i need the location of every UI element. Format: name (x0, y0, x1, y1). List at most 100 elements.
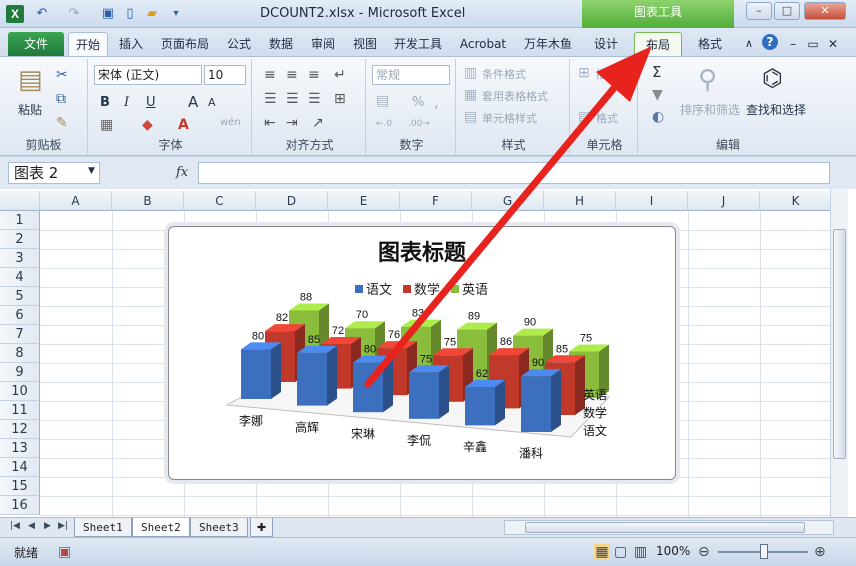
phonetic-button[interactable]: wén (220, 117, 241, 128)
workbook-minimize-icon[interactable]: – (786, 32, 800, 56)
paste-button[interactable]: 粘贴 (18, 101, 42, 118)
decrease-decimal-button[interactable]: .00→ (408, 119, 430, 129)
row-header-11[interactable]: 11 (0, 401, 40, 420)
row-header-7[interactable]: 7 (0, 325, 40, 344)
underline-button[interactable]: U (146, 95, 156, 110)
align-left-icon[interactable]: ☰ (264, 91, 277, 107)
prev-sheet-icon[interactable]: ◀ (28, 521, 35, 531)
tab-developer[interactable]: 开发工具 (392, 32, 444, 56)
column-header-G[interactable]: G (472, 191, 544, 211)
number-format-select[interactable]: 常规 (372, 65, 450, 85)
tab-home[interactable]: 开始 (68, 32, 108, 56)
bar-side[interactable] (495, 379, 505, 426)
chevron-down-icon[interactable]: ▼ (88, 166, 95, 176)
decrease-indent-icon[interactable]: ⇤ (264, 115, 276, 131)
bold-button[interactable]: B (100, 95, 110, 110)
row-header-2[interactable]: 2 (0, 230, 40, 249)
comma-button[interactable]: , (434, 93, 439, 111)
insert-sheet-icon[interactable]: ✚ (250, 518, 274, 537)
customize-qat-icon[interactable]: ▾ (168, 6, 184, 22)
align-right-icon[interactable]: ☰ (308, 91, 321, 107)
tab-formulas[interactable]: 公式 (224, 32, 254, 56)
row-header-1[interactable]: 1 (0, 211, 40, 230)
grow-font-button[interactable]: A (188, 93, 198, 111)
bar[interactable] (409, 372, 439, 419)
italic-button[interactable]: I (124, 95, 129, 110)
format-painter-icon[interactable]: ✎ (56, 115, 68, 131)
sort-filter-button[interactable]: 排序和筛选 (680, 101, 740, 118)
align-bottom-icon[interactable]: ≡ (308, 67, 320, 83)
insert-cells-button[interactable]: 插入 (596, 66, 618, 82)
insert-function-icon[interactable]: fx (176, 165, 188, 180)
normal-view-icon[interactable]: ▦ (594, 544, 610, 560)
tab-design[interactable]: 设计 (590, 32, 622, 56)
align-center-icon[interactable]: ☰ (286, 91, 299, 107)
wrap-text-icon[interactable]: ↵ (334, 67, 346, 83)
row-header-12[interactable]: 12 (0, 420, 40, 439)
align-middle-icon[interactable]: ≡ (286, 67, 298, 83)
page-layout-view-icon[interactable]: ▢ (614, 544, 627, 560)
open-folder-icon[interactable]: ▰ (144, 6, 160, 22)
name-box[interactable]: 图表 2 (8, 162, 100, 184)
font-name-select[interactable]: 宋体 (正文) (94, 65, 202, 85)
bar-side[interactable] (271, 342, 281, 399)
column-header-C[interactable]: C (184, 191, 256, 211)
sheet-tab-2[interactable]: Sheet2 (132, 518, 190, 537)
row-header-16[interactable]: 16 (0, 496, 40, 515)
minimize-button[interactable]: – (746, 2, 772, 20)
sheet-tab-1[interactable]: Sheet1 (74, 518, 132, 537)
row-header-5[interactable]: 5 (0, 287, 40, 306)
zoom-out-icon[interactable]: ⊖ (698, 544, 710, 560)
excel-icon[interactable]: X (6, 5, 24, 23)
font-color-icon[interactable]: A (178, 117, 189, 133)
bar-side[interactable] (383, 355, 393, 413)
tab-data[interactable]: 数据 (266, 32, 296, 56)
tab-layout[interactable]: 布局 (634, 32, 682, 56)
tab-acrobat[interactable]: Acrobat (456, 32, 510, 56)
row-header-4[interactable]: 4 (0, 268, 40, 287)
select-all-corner[interactable] (0, 191, 40, 211)
sheet-tab-3[interactable]: Sheet3 (190, 518, 248, 537)
close-button[interactable]: ✕ (804, 2, 846, 20)
formula-input[interactable] (198, 162, 830, 184)
zoom-slider-handle[interactable] (760, 544, 768, 559)
fill-color-icon[interactable]: ◆ (142, 117, 153, 133)
row-header-14[interactable]: 14 (0, 458, 40, 477)
table-format-button[interactable]: 套用表格格式 (482, 88, 548, 104)
column-header-I[interactable]: I (616, 191, 688, 211)
last-sheet-icon[interactable]: ▶| (58, 521, 68, 531)
shrink-font-button[interactable]: A (208, 96, 216, 109)
row-header-6[interactable]: 6 (0, 306, 40, 325)
redo-icon[interactable]: ↷ (66, 6, 82, 22)
border-icon[interactable]: ▦ (100, 117, 113, 133)
tab-format[interactable]: 格式 (694, 32, 726, 56)
column-header-A[interactable]: A (40, 191, 112, 211)
percent-button[interactable]: % (412, 95, 424, 110)
conditional-format-button[interactable]: 条件格式 (482, 66, 526, 82)
help-icon[interactable]: ? (762, 34, 778, 50)
align-top-icon[interactable]: ≡ (264, 67, 276, 83)
zoom-level[interactable]: 100% (656, 544, 690, 558)
bar[interactable] (297, 352, 327, 406)
format-cells-button[interactable]: 格式 (596, 110, 618, 126)
tab-page-layout[interactable]: 页面布局 (158, 32, 212, 56)
chart-area[interactable]: 图表标题 语文 数学 英语 88 70 83 89 90 75 82 72 76 75 86 85 80… (168, 226, 676, 480)
row-header-15[interactable]: 15 (0, 477, 40, 496)
row-header-10[interactable]: 10 (0, 382, 40, 401)
orientation-icon[interactable]: ↗ (312, 115, 324, 131)
bar[interactable] (465, 386, 495, 426)
bar-side[interactable] (327, 345, 337, 406)
paste-icon[interactable]: ▤ (18, 65, 43, 95)
first-sheet-icon[interactable]: |◀ (10, 521, 20, 531)
row-header-9[interactable]: 9 (0, 363, 40, 382)
increase-indent-icon[interactable]: ⇥ (286, 115, 298, 131)
new-file-icon[interactable]: ▯ (122, 6, 138, 22)
undo-icon[interactable]: ↶ (34, 6, 50, 22)
macro-record-icon[interactable]: ▣ (58, 544, 71, 560)
font-size-select[interactable]: 10 (204, 65, 246, 85)
accounting-format-icon[interactable]: ▤ (376, 93, 389, 109)
column-header-E[interactable]: E (328, 191, 400, 211)
page-break-view-icon[interactable]: ▥ (634, 544, 647, 560)
clear-icon[interactable]: ◐ (652, 109, 664, 125)
minimize-ribbon-icon[interactable]: ∧ (742, 32, 756, 56)
